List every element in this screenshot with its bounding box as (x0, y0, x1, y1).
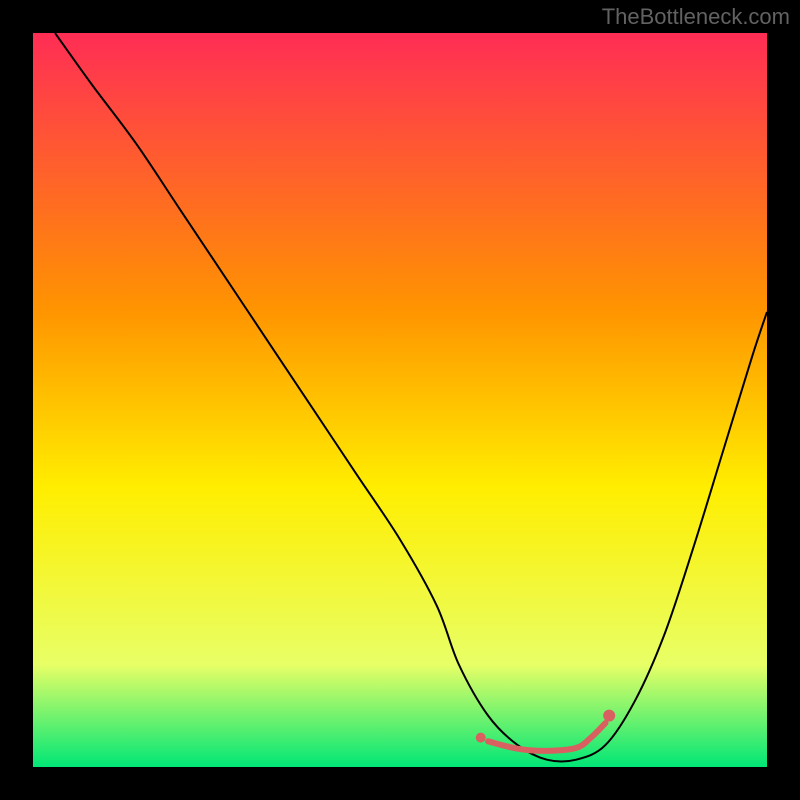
gradient-background (33, 33, 767, 767)
marker-optimal-end (603, 710, 615, 722)
chart-container (33, 33, 767, 767)
chart-svg (33, 33, 767, 767)
watermark-text: TheBottleneck.com (602, 4, 790, 30)
marker-optimal-start (476, 733, 486, 743)
